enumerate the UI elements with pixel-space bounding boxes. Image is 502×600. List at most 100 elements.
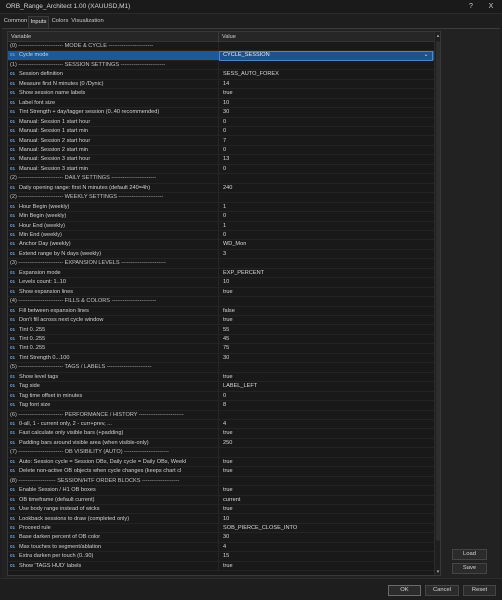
input-row[interactable]: Manual: Session 1 start min 0 [8, 127, 434, 137]
input-row[interactable]: Auto: Session cycle = Session OBs, Daily… [8, 457, 434, 468]
column-header-variable[interactable]: Variable [11, 32, 31, 42]
section-row[interactable]: (2) ------------------------ DAILY SETTI… [8, 174, 434, 184]
value-cell[interactable]: 75 [218, 344, 434, 354]
ok-button[interactable]: OK [388, 585, 421, 596]
value-cell[interactable]: true [218, 429, 434, 439]
input-row[interactable]: Extra darken per touch (0..90) 15 [8, 552, 434, 562]
tab-common[interactable]: Common [3, 16, 28, 28]
title-bar[interactable]: ORB_Range_Architect 1.00 (XAUUSD,M1) ? X [0, 0, 502, 14]
input-row[interactable]: Proceed rule SOB_PIERCE_CLOSE_INTO [8, 523, 434, 534]
value-cell[interactable]: 0 [218, 164, 434, 175]
input-row[interactable]: Don't fill across next cycle window true [8, 316, 434, 326]
input-row[interactable]: Session definition SESS_AUTO_FOREX [8, 70, 434, 80]
value-cell[interactable]: 0 [218, 145, 434, 156]
value-cell[interactable]: 30 [218, 108, 434, 118]
value-cell[interactable]: 0 [218, 117, 434, 128]
value-cell[interactable]: 3 [218, 249, 434, 260]
section-row[interactable]: (5) ------------------------ TAGS / LABE… [8, 363, 434, 373]
value-cell[interactable]: 10 [218, 514, 434, 524]
value-cell[interactable]: 0 [218, 212, 434, 222]
save-button[interactable]: Save [452, 563, 487, 574]
scroll-down-arrow-icon[interactable]: ▼ [435, 568, 440, 575]
section-row[interactable]: (7) ------------------------ OB VISIBILI… [8, 448, 434, 458]
value-cell[interactable]: true [218, 89, 434, 99]
input-row[interactable]: Min End (weekly) 0 [8, 231, 434, 241]
input-row[interactable]: Daily opening range: first N minutes (de… [8, 183, 434, 194]
value-cell[interactable]: SOB_PIERCE_CLOSE_INTO [218, 523, 434, 534]
input-row[interactable]: Extend range by N days (weekly) 3 [8, 249, 434, 260]
value-cell[interactable]: true [218, 561, 434, 572]
input-row[interactable]: Tag side LABEL_LEFT [8, 382, 434, 392]
value-cell[interactable]: current [218, 495, 434, 506]
tab-inputs[interactable]: Inputs [28, 16, 49, 28]
input-row[interactable]: Padding bars around visible area (when v… [8, 438, 434, 449]
value-cell[interactable]: 30 [218, 353, 434, 364]
scroll-up-arrow-icon[interactable]: ▲ [435, 32, 440, 39]
input-row[interactable]: Show expansion lines true [8, 287, 434, 298]
value-cell[interactable]: 8 [218, 401, 434, 411]
value-cell[interactable]: 55 [218, 325, 434, 335]
input-row[interactable]: Manual: Session 3 start min 0 [8, 164, 434, 175]
input-row[interactable]: Tint 0..255 55 [8, 325, 434, 335]
column-divider[interactable] [218, 32, 219, 42]
value-cell[interactable]: 10 [218, 98, 434, 109]
close-button[interactable]: X [484, 1, 498, 13]
input-row[interactable]: Tint Strength + day/tagger session (0..4… [8, 108, 434, 118]
input-row[interactable]: Show 'TAGS HUD' labels true [8, 561, 434, 572]
value-cell[interactable]: 4 [218, 542, 434, 553]
input-row[interactable]: Min Begin (weekly) 0 [8, 212, 434, 222]
value-cell[interactable]: 45 [218, 334, 434, 345]
value-cell[interactable]: true [218, 287, 434, 298]
value-cell[interactable]: WD_Mon [218, 240, 434, 250]
input-row[interactable]: Max touches to segment/ablation 4 [8, 542, 434, 553]
input-row[interactable]: Show session name labels true [8, 89, 434, 99]
section-row[interactable]: (0) ------------------------ MODE & CYCL… [8, 42, 434, 52]
input-row[interactable]: Fast calculate only visible bars (+paddi… [8, 429, 434, 439]
load-button[interactable]: Load [452, 549, 487, 560]
input-row[interactable]: Fill between expansion lines false [8, 306, 434, 317]
input-row[interactable]: Lookback sessions to draw (completed onl… [8, 514, 434, 524]
input-row[interactable]: Measure first N minutes (0 /Dynic) 14 [8, 79, 434, 90]
column-header-value[interactable]: Value [222, 32, 236, 42]
value-cell[interactable]: 10 [218, 278, 434, 288]
value-cell[interactable]: 0 [218, 231, 434, 241]
input-row[interactable]: Levels count: 1..10 10 [8, 278, 434, 288]
value-cell[interactable]: 15 [218, 552, 434, 562]
input-row[interactable]: Hour Begin (weekly) 1 [8, 202, 434, 213]
input-row[interactable]: Manual: Session 3 start hour 13 [8, 155, 434, 165]
section-row[interactable]: (3) ------------------------ EXPANSION L… [8, 259, 434, 269]
value-cell[interactable]: 13 [218, 155, 434, 165]
value-cell[interactable]: EXP_PERCENT [218, 268, 434, 279]
vertical-scrollbar[interactable]: ▲ ▼ [434, 32, 440, 575]
input-row[interactable]: Base darken percent of OB color 30 [8, 533, 434, 543]
value-cell[interactable]: true [218, 467, 434, 477]
value-cell[interactable]: true [218, 505, 434, 515]
input-row[interactable]: Tag font size 8 [8, 401, 434, 411]
input-row[interactable]: Hour End (weekly) 1 [8, 221, 434, 231]
value-cell[interactable]: 1 [218, 221, 434, 231]
value-cell[interactable]: 240 [218, 183, 434, 194]
input-row[interactable]: Tint Strength 0...100 30 [8, 353, 434, 364]
input-row[interactable]: Tag time offset in minutes 0 [8, 391, 434, 402]
value-cell[interactable]: SESS_AUTO_FOREX [218, 70, 434, 80]
input-row[interactable]: Anchor Day (weekly) WD_Mon [8, 240, 434, 250]
cancel-button[interactable]: Cancel [425, 585, 459, 596]
section-row[interactable]: (8) -------------------- SESSION/HTF ORD… [8, 476, 434, 487]
input-row[interactable]: Delete non-active OB objects when cycle … [8, 467, 434, 477]
value-cell[interactable]: true [218, 372, 434, 383]
value-cell[interactable]: 4 [218, 420, 434, 430]
value-cell[interactable]: LABEL_LEFT [218, 382, 434, 392]
reset-button[interactable]: Reset [463, 585, 496, 596]
input-row[interactable]: Manual: Session 2 start hour 7 [8, 136, 434, 146]
input-row[interactable]: Manual: Session 1 start hour 0 [8, 117, 434, 128]
value-cell[interactable]: false [218, 306, 434, 317]
input-row[interactable]: Show level tags true [8, 372, 434, 383]
chevron-down-icon[interactable]: ⌄ [422, 52, 430, 60]
value-cell[interactable]: true [218, 486, 434, 496]
section-row[interactable]: (6) ------------------------ PERFORMANCE… [8, 410, 434, 420]
input-row[interactable]: OB timeframe (default current) current [8, 495, 434, 506]
section-row[interactable]: (2) ------------------------ WEEKLY SETT… [8, 193, 434, 203]
input-row[interactable]: Use body range instead of wicks true [8, 505, 434, 515]
input-row[interactable]: Cycle mode CYCLE_SESSION ⌄ [8, 51, 434, 61]
input-row[interactable]: Tint 0..255 75 [8, 344, 434, 354]
